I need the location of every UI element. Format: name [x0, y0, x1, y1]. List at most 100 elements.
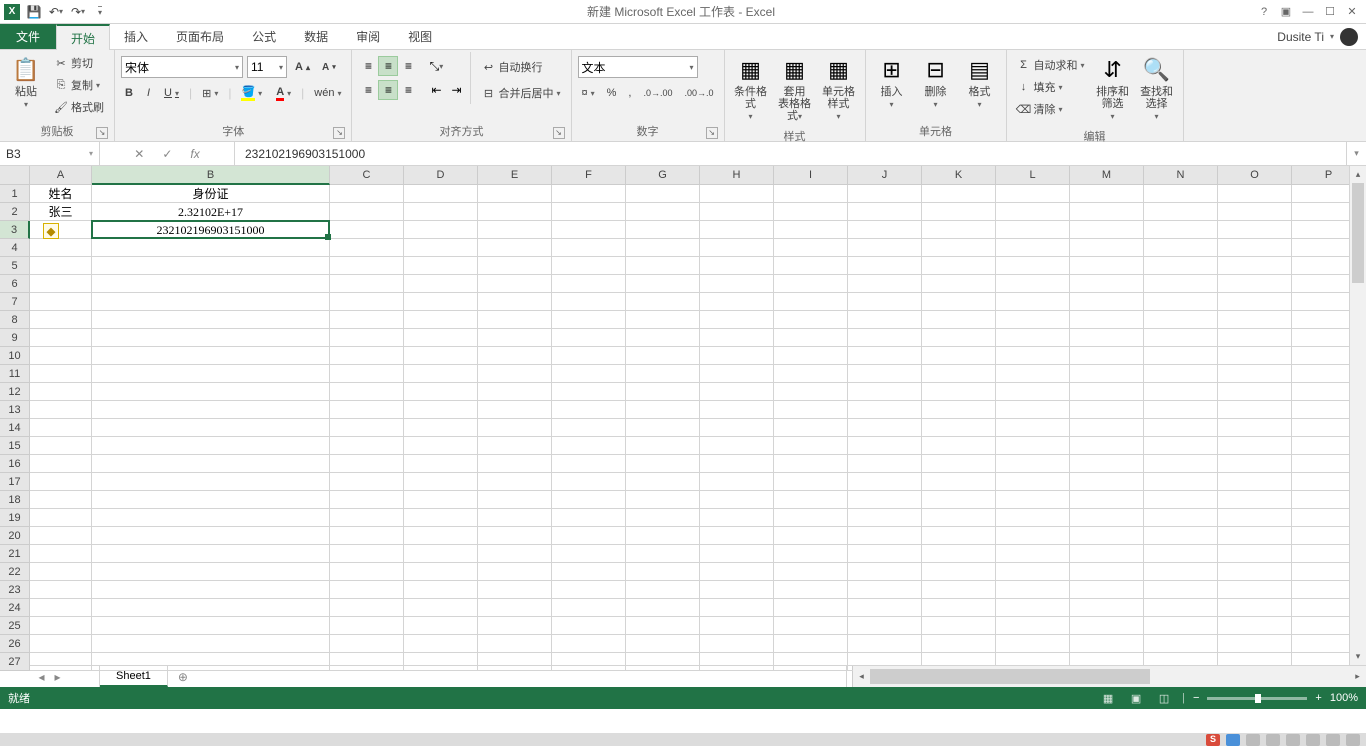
cell-N14[interactable] [1144, 419, 1218, 437]
cell-K11[interactable] [922, 365, 996, 383]
cell-N1[interactable] [1144, 185, 1218, 203]
cell-M18[interactable] [1070, 491, 1144, 509]
row-header-6[interactable]: 6 [0, 275, 30, 293]
save-button[interactable]: 💾 [26, 4, 42, 20]
cell-J14[interactable] [848, 419, 922, 437]
cell-N10[interactable] [1144, 347, 1218, 365]
cell-M17[interactable] [1070, 473, 1144, 491]
row-header-24[interactable]: 24 [0, 599, 30, 617]
row-header-7[interactable]: 7 [0, 293, 30, 311]
cell-K4[interactable] [922, 239, 996, 257]
merge-center-button[interactable]: ⊟合并后居中▾ [477, 82, 564, 104]
row-header-1[interactable]: 1 [0, 185, 30, 203]
cell-I20[interactable] [774, 527, 848, 545]
cell-N24[interactable] [1144, 599, 1218, 617]
cell-H18[interactable] [700, 491, 774, 509]
cell-A20[interactable] [30, 527, 92, 545]
cell-D17[interactable] [404, 473, 478, 491]
increase-font-button[interactable]: A▴ [291, 56, 314, 78]
cell-C22[interactable] [330, 563, 404, 581]
cell-I16[interactable] [774, 455, 848, 473]
cell-C10[interactable] [330, 347, 404, 365]
cell-I4[interactable] [774, 239, 848, 257]
cell-K15[interactable] [922, 437, 996, 455]
tab-view[interactable]: 视图 [394, 24, 446, 49]
cell-J22[interactable] [848, 563, 922, 581]
cell-D26[interactable] [404, 635, 478, 653]
cell-O21[interactable] [1218, 545, 1292, 563]
cell-J2[interactable] [848, 203, 922, 221]
cell-H11[interactable] [700, 365, 774, 383]
cell-A23[interactable] [30, 581, 92, 599]
tab-home[interactable]: 开始 [56, 24, 110, 50]
row-header-27[interactable]: 27 [0, 653, 30, 671]
cell-M19[interactable] [1070, 509, 1144, 527]
cell-E21[interactable] [478, 545, 552, 563]
cell-A17[interactable] [30, 473, 92, 491]
decrease-decimal-button[interactable]: .00→.0 [681, 82, 718, 104]
cell-L1[interactable] [996, 185, 1070, 203]
cell-B18[interactable] [92, 491, 330, 509]
cell-L13[interactable] [996, 401, 1070, 419]
align-top-button[interactable]: ≡ [358, 56, 378, 76]
cell-D15[interactable] [404, 437, 478, 455]
cell-K22[interactable] [922, 563, 996, 581]
cell-J21[interactable] [848, 545, 922, 563]
cell-I21[interactable] [774, 545, 848, 563]
cell-A25[interactable] [30, 617, 92, 635]
cell-C7[interactable] [330, 293, 404, 311]
cell-K18[interactable] [922, 491, 996, 509]
font-launcher[interactable]: ↘ [333, 127, 345, 139]
cell-M13[interactable] [1070, 401, 1144, 419]
cell-F13[interactable] [552, 401, 626, 419]
cell-J16[interactable] [848, 455, 922, 473]
row-header-23[interactable]: 23 [0, 581, 30, 599]
cell-N12[interactable] [1144, 383, 1218, 401]
cell-F17[interactable] [552, 473, 626, 491]
border-button[interactable]: ⊞▾ [198, 82, 222, 104]
align-left-button[interactable]: ≡ [358, 80, 378, 100]
cell-D18[interactable] [404, 491, 478, 509]
tab-insert[interactable]: 插入 [110, 24, 162, 49]
cell-F11[interactable] [552, 365, 626, 383]
indent-decrease-button[interactable]: ⇤ [426, 80, 446, 100]
cell-K7[interactable] [922, 293, 996, 311]
cell-G26[interactable] [626, 635, 700, 653]
conditional-format-button[interactable]: ▦条件格式▾ [731, 52, 771, 126]
cell-A21[interactable] [30, 545, 92, 563]
cell-B25[interactable] [92, 617, 330, 635]
cell-M15[interactable] [1070, 437, 1144, 455]
cell-D1[interactable] [404, 185, 478, 203]
sheet-nav-next[interactable]: ▸ [55, 670, 61, 684]
cell-K24[interactable] [922, 599, 996, 617]
cell-C23[interactable] [330, 581, 404, 599]
cell-K17[interactable] [922, 473, 996, 491]
row-header-14[interactable]: 14 [0, 419, 30, 437]
cell-L14[interactable] [996, 419, 1070, 437]
cell-E7[interactable] [478, 293, 552, 311]
cell-F15[interactable] [552, 437, 626, 455]
cell-A11[interactable] [30, 365, 92, 383]
cell-H3[interactable] [700, 221, 774, 239]
cell-J8[interactable] [848, 311, 922, 329]
cell-L17[interactable] [996, 473, 1070, 491]
cell-E3[interactable] [478, 221, 552, 239]
cell-I27[interactable] [774, 653, 848, 671]
cell-F20[interactable] [552, 527, 626, 545]
cell-G20[interactable] [626, 527, 700, 545]
cell-O18[interactable] [1218, 491, 1292, 509]
row-header-2[interactable]: 2 [0, 203, 30, 221]
indent-increase-button[interactable]: ⇥ [446, 80, 466, 100]
font-size-combo[interactable]: 11▾ [247, 56, 287, 78]
cell-B6[interactable] [92, 275, 330, 293]
number-format-combo[interactable]: 文本▾ [578, 56, 698, 78]
cell-O25[interactable] [1218, 617, 1292, 635]
cell-D23[interactable] [404, 581, 478, 599]
cell-D19[interactable] [404, 509, 478, 527]
cell-D9[interactable] [404, 329, 478, 347]
cell-L19[interactable] [996, 509, 1070, 527]
cell-H1[interactable] [700, 185, 774, 203]
cell-B8[interactable] [92, 311, 330, 329]
cell-B9[interactable] [92, 329, 330, 347]
cell-A15[interactable] [30, 437, 92, 455]
